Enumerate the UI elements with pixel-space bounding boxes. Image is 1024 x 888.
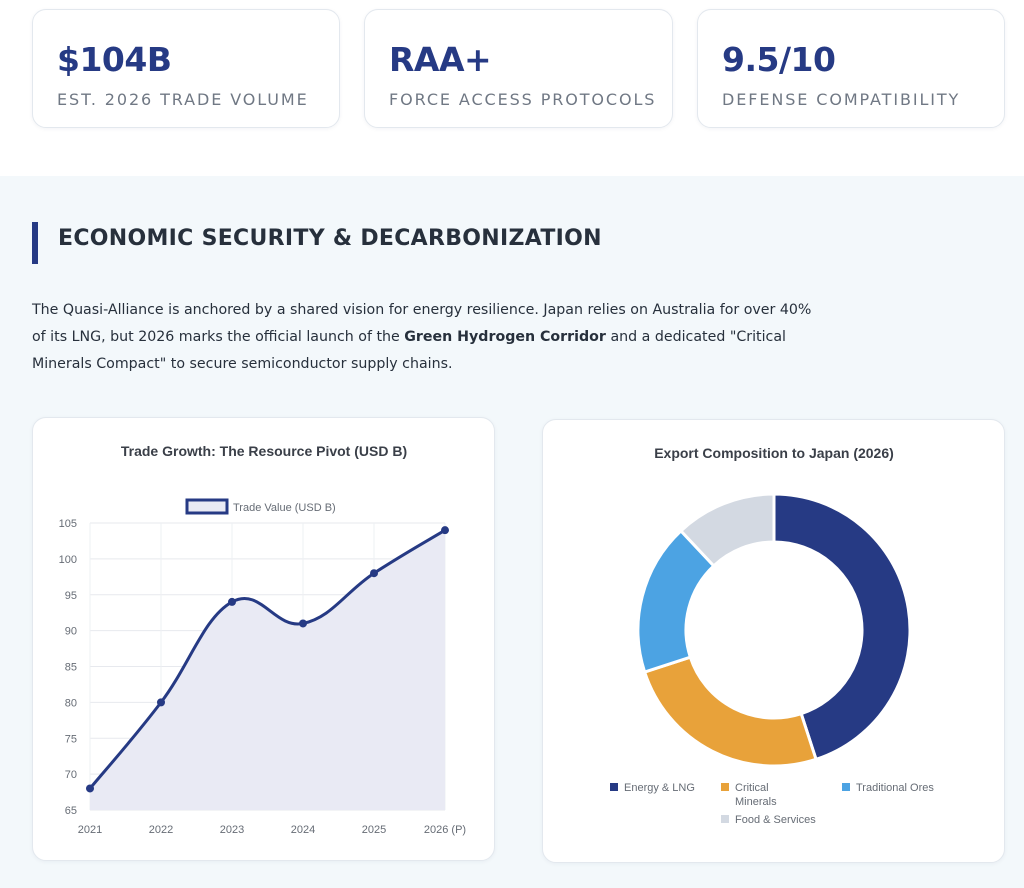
stat-value: RAA+ [389,40,492,79]
stats-row: $104B EST. 2026 TRADE VOLUME RAA+ FORCE … [0,0,1024,176]
legend-swatch [610,783,618,791]
stat-label: DEFENSE COMPATIBILITY [722,90,961,109]
stat-label: EST. 2026 TRADE VOLUME [57,90,309,109]
x-tick-label: 2021 [78,824,102,836]
x-tick-label: 2025 [362,824,386,836]
legend-label: Traditional Ores [856,782,934,794]
y-tick-label: 75 [65,733,77,745]
trade-growth-chart: Trade Growth: The Resource Pivot (USD B)… [59,443,466,836]
section-intro: The Quasi-Alliance is anchored by a shar… [32,297,812,378]
chart-title: Export Composition to Japan (2026) [654,445,894,461]
stat-label: FORCE ACCESS PROTOCOLS [389,90,657,109]
data-point [370,569,378,578]
y-tick-label: 95 [65,590,77,602]
y-tick-label: 90 [65,626,77,638]
stat-card-defense-compatibility: 9.5/10 DEFENSE COMPATIBILITY [697,9,1005,128]
intro-highlight: Green Hydrogen Corridor [404,329,606,345]
data-point [228,597,236,606]
economic-security-section: ECONOMIC SECURITY & DECARBONIZATION The … [0,176,1024,888]
y-tick-label: 85 [65,662,77,674]
section-title: ECONOMIC SECURITY & DECARBONIZATION [58,226,602,251]
legend-swatch [721,815,729,823]
export-composition-chart: Export Composition to Japan (2026) Energy… [610,445,934,826]
legend-label: Energy & LNG [624,782,695,794]
legend-label: Trade Value (USD B) [233,502,336,514]
stat-card-trade-volume: $104B EST. 2026 TRADE VOLUME [32,9,340,128]
x-tick-label: 2026 (P) [424,824,466,836]
data-point [157,698,165,707]
legend-swatch [721,783,729,791]
area-fill [90,530,445,810]
x-tick-label: 2022 [149,824,173,836]
trade-growth-chart-card: Trade Growth: The Resource Pivot (USD B)… [32,417,495,861]
y-tick-label: 105 [59,518,77,530]
chart-title: Trade Growth: The Resource Pivot (USD B) [121,443,407,459]
legend-swatch [842,783,850,791]
data-point [86,784,94,793]
data-point [299,619,307,628]
legend-swatch [185,498,229,515]
y-tick-label: 65 [65,805,77,817]
section-accent-bar [32,222,38,264]
export-composition-chart-card: Export Composition to Japan (2026) Energy… [542,419,1005,863]
stat-value: $104B [57,40,172,79]
x-tick-label: 2023 [220,824,244,836]
legend-label: Food & Services [735,814,816,826]
y-tick-label: 100 [59,554,77,566]
x-tick-label: 2024 [291,824,315,836]
legend-label: Critical [735,782,769,794]
pie-slice [642,655,818,768]
y-tick-label: 70 [65,769,77,781]
legend-label: Minerals [735,796,777,808]
stat-value: 9.5/10 [722,40,836,79]
stat-card-force-access: RAA+ FORCE ACCESS PROTOCOLS [364,9,673,128]
data-point [441,526,449,535]
y-tick-label: 80 [65,697,77,709]
